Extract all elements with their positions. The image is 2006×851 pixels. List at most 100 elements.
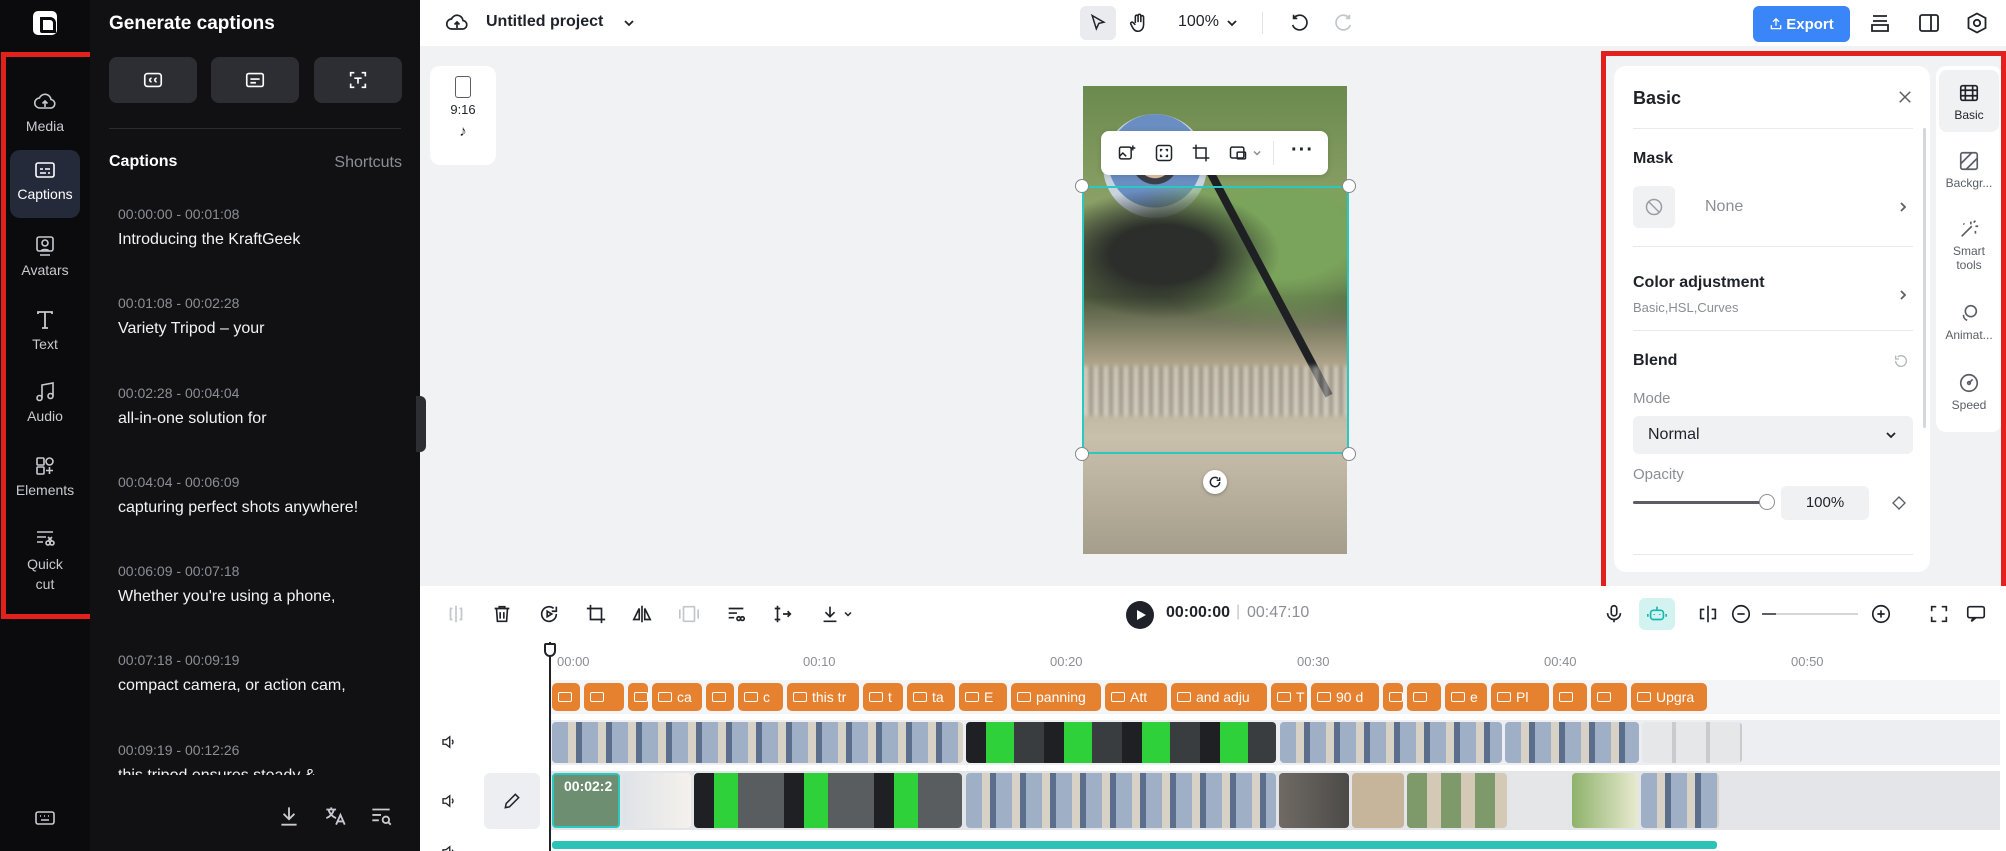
rail-item-audio[interactable]: Audio bbox=[10, 372, 80, 432]
video-clip[interactable] bbox=[1279, 773, 1349, 828]
search-list-icon[interactable] bbox=[368, 803, 394, 829]
playhead[interactable] bbox=[549, 642, 551, 851]
rail-item-text[interactable]: Text bbox=[10, 300, 80, 360]
rail-item-captions[interactable]: Captions bbox=[10, 150, 80, 218]
video-clip[interactable] bbox=[623, 773, 691, 828]
caption-item[interactable]: 00:06:09 - 00:07:18 Whether you're using … bbox=[118, 563, 335, 606]
video-clip[interactable] bbox=[694, 773, 962, 828]
rail-item-media[interactable]: Media bbox=[10, 82, 80, 142]
caption-chip[interactable] bbox=[1407, 683, 1441, 711]
caption-item[interactable]: 00:04:04 - 00:06:09 capturing perfect sho… bbox=[118, 474, 358, 517]
caption-chip[interactable]: ca bbox=[652, 683, 702, 711]
tab-background[interactable]: Backgr... bbox=[1936, 150, 2002, 190]
close-icon[interactable] bbox=[1896, 88, 1914, 106]
caption-chip[interactable]: Pl bbox=[1491, 683, 1549, 711]
picture-in-picture-icon[interactable] bbox=[1228, 143, 1248, 163]
audio-clip[interactable] bbox=[552, 841, 1717, 849]
replace-image-icon[interactable] bbox=[1117, 143, 1137, 163]
crop-icon[interactable] bbox=[1191, 143, 1211, 163]
resize-handle[interactable] bbox=[1075, 447, 1089, 461]
caption-text[interactable]: this tripod ensures steady & bbox=[118, 767, 315, 775]
resize-handle[interactable] bbox=[1342, 447, 1356, 461]
fit-icon[interactable] bbox=[1154, 143, 1174, 163]
caption-chip[interactable]: and adju bbox=[1171, 683, 1267, 711]
tab-basic[interactable]: Basic bbox=[1936, 82, 2002, 122]
caption-item[interactable]: 00:09:19 - 00:12:26 this tripod ensures s… bbox=[118, 742, 315, 775]
caption-chip[interactable] bbox=[584, 683, 624, 711]
playhead-handle[interactable] bbox=[544, 643, 556, 657]
download-icon[interactable] bbox=[276, 803, 302, 829]
speaker-icon[interactable] bbox=[440, 843, 458, 851]
video-clip[interactable] bbox=[1642, 722, 1742, 763]
more-icon[interactable]: ··· bbox=[1291, 139, 1314, 162]
video-clip[interactable] bbox=[966, 773, 1276, 828]
caption-chip[interactable]: Upgra bbox=[1631, 683, 1707, 711]
replay-icon[interactable] bbox=[538, 603, 560, 625]
zoom-out-icon[interactable] bbox=[1730, 603, 1752, 625]
panel-collapse-handle[interactable] bbox=[416, 396, 426, 452]
zoom-level[interactable]: 100% bbox=[1178, 13, 1219, 31]
slider-knob[interactable] bbox=[1759, 494, 1775, 510]
flip-icon[interactable] bbox=[631, 603, 653, 625]
shortcuts-link[interactable]: Shortcuts bbox=[334, 154, 402, 172]
export-button[interactable]: Export bbox=[1753, 6, 1850, 42]
speaker-icon[interactable] bbox=[440, 792, 458, 810]
settings-icon[interactable] bbox=[1965, 11, 1989, 35]
rail-item-quick-cut[interactable]: Quick cut bbox=[10, 518, 80, 598]
opacity-slider[interactable] bbox=[1633, 494, 1775, 510]
chevron-down-icon[interactable] bbox=[842, 608, 854, 620]
auto-captions-button[interactable] bbox=[109, 57, 197, 103]
comment-icon[interactable] bbox=[1965, 603, 1987, 625]
video-clip[interactable] bbox=[552, 722, 963, 763]
video-clip-selected[interactable]: 00:02:2 bbox=[552, 773, 620, 828]
caption-chip[interactable]: 90 d bbox=[1311, 683, 1379, 711]
reset-icon[interactable] bbox=[1893, 353, 1909, 369]
hand-icon[interactable] bbox=[1128, 12, 1150, 34]
caption-chip[interactable] bbox=[1553, 683, 1587, 711]
caption-chip[interactable]: Att bbox=[1105, 683, 1167, 711]
video-clip[interactable] bbox=[1352, 773, 1404, 828]
caption-text[interactable]: Introducing the KraftGeek bbox=[118, 231, 300, 249]
tab-smart-tools[interactable]: Smart tools bbox=[1936, 218, 2002, 272]
selection-frame[interactable] bbox=[1082, 186, 1349, 454]
tab-speed[interactable]: Speed bbox=[1936, 372, 2002, 412]
freeze-frame-icon[interactable] bbox=[678, 603, 700, 625]
caption-chip[interactable]: C bbox=[1383, 683, 1403, 711]
trim-icon[interactable] bbox=[772, 603, 794, 625]
video-clip[interactable] bbox=[1572, 773, 1638, 828]
split-screen-icon[interactable] bbox=[1697, 603, 1719, 625]
chevron-down-icon[interactable] bbox=[1251, 147, 1263, 159]
caption-item[interactable]: 00:00:00 - 00:01:08 Introducing the Kraft… bbox=[118, 206, 300, 249]
rail-item-avatars[interactable]: Avatars bbox=[10, 226, 80, 286]
redo-icon[interactable] bbox=[1332, 12, 1354, 34]
caption-chip[interactable]: this tr bbox=[787, 683, 859, 711]
layers-icon[interactable] bbox=[1868, 11, 1892, 35]
caption-chip[interactable]: T bbox=[1271, 683, 1307, 711]
keyframe-icon[interactable] bbox=[1891, 495, 1907, 511]
speaker-icon[interactable] bbox=[440, 733, 458, 751]
mask-selector[interactable]: None bbox=[1633, 186, 1913, 228]
caption-text[interactable]: Variety Tripod – your bbox=[118, 320, 264, 338]
caption-chip[interactable] bbox=[706, 683, 734, 711]
play-button[interactable] bbox=[1126, 601, 1154, 629]
caption-text[interactable]: Whether you're using a phone, bbox=[118, 588, 335, 606]
download-icon[interactable] bbox=[819, 603, 841, 625]
delete-icon[interactable] bbox=[491, 603, 513, 625]
caption-text[interactable]: all-in-one solution for bbox=[118, 410, 267, 428]
ai-assist-button[interactable] bbox=[1639, 598, 1675, 630]
caption-item[interactable]: 00:01:08 - 00:02:28 Variety Tripod – your bbox=[118, 295, 264, 338]
keyboard-icon[interactable] bbox=[33, 806, 57, 830]
rail-item-elements[interactable]: Elements bbox=[10, 446, 80, 506]
video-clip[interactable] bbox=[1641, 773, 1719, 828]
chevron-down-icon[interactable] bbox=[1224, 15, 1240, 31]
caption-text[interactable]: compact camera, or action cam, bbox=[118, 677, 346, 695]
caption-chip[interactable]: E bbox=[959, 683, 1007, 711]
remove-background-icon[interactable] bbox=[725, 603, 747, 625]
resize-handle[interactable] bbox=[1075, 179, 1089, 193]
resize-handle[interactable] bbox=[1342, 179, 1356, 193]
rotate-handle[interactable] bbox=[1203, 470, 1227, 494]
color-adjustment-row[interactable]: Color adjustment Basic,HSL,Curves bbox=[1614, 262, 1930, 322]
zoom-in-icon[interactable] bbox=[1870, 603, 1892, 625]
undo-icon[interactable] bbox=[1289, 12, 1311, 34]
sidebar-toggle-icon[interactable] bbox=[1917, 11, 1941, 35]
